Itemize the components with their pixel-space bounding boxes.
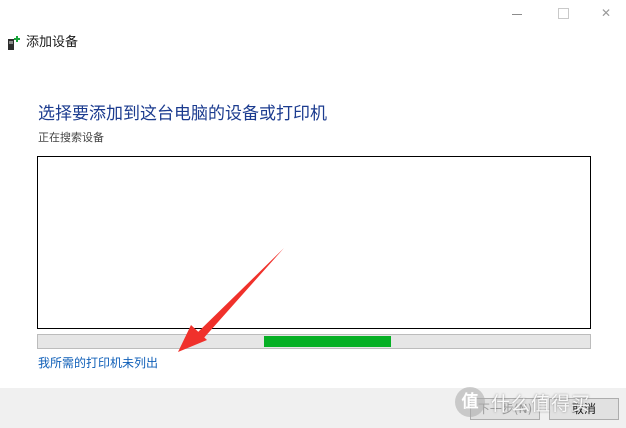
page-heading: 选择要添加到这台电脑的设备或打印机: [38, 104, 327, 124]
progress-indicator: [264, 336, 391, 347]
maximize-button[interactable]: [540, 0, 586, 26]
minimize-button[interactable]: [494, 0, 540, 26]
maximize-icon: [557, 7, 569, 19]
cancel-button[interactable]: 取消: [549, 398, 619, 420]
next-button[interactable]: 下一步(N): [470, 398, 540, 420]
search-status-text: 正在搜索设备: [38, 131, 104, 144]
window-title: 添加设备: [26, 35, 79, 50]
close-button[interactable]: ✕: [586, 0, 626, 26]
add-device-window: ✕ 添加设备 选择要添加到这台电脑的设备或打印机 正在搜索设备 我所需的打印机未…: [0, 0, 626, 428]
search-progress-bar: [37, 334, 591, 349]
add-device-icon: [8, 36, 20, 50]
close-icon: ✕: [600, 6, 612, 20]
minimize-icon: [512, 13, 522, 15]
printer-not-listed-link[interactable]: 我所需的打印机未列出: [38, 355, 158, 371]
device-list[interactable]: [37, 156, 591, 329]
